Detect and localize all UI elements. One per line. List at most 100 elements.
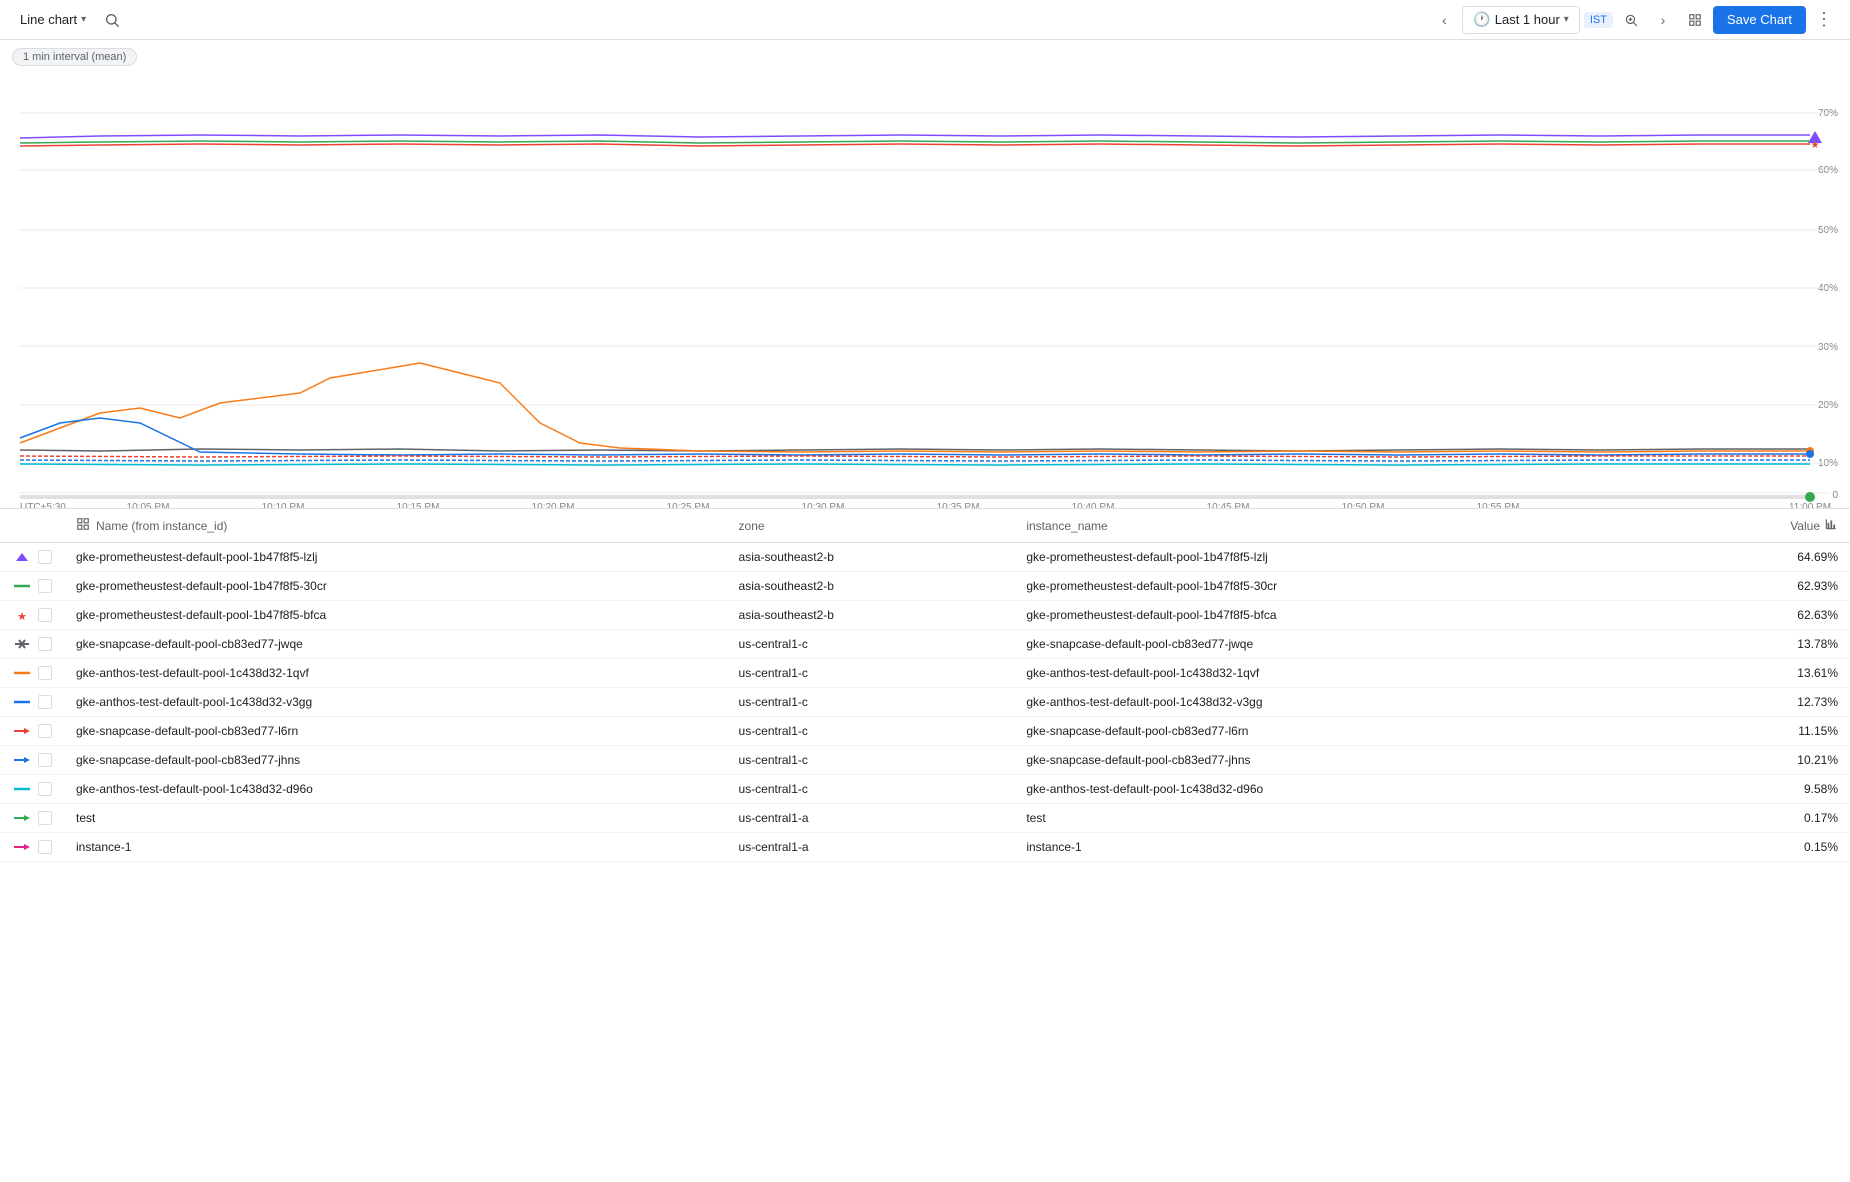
row-value-9: 0.17% <box>1677 804 1850 833</box>
row-zone-3: us-central1-c <box>727 630 1015 659</box>
row-icon-cell-3 <box>0 630 64 659</box>
row-icon-cell-9 <box>0 804 64 833</box>
toolbar: Line chart ▾ ‹ 🕐 Last 1 hour ▾ IST › <box>0 0 1850 40</box>
row-checkbox-7[interactable] <box>38 753 52 767</box>
row-checkbox-5[interactable] <box>38 695 52 709</box>
table-row: gke-snapcase-default-pool-cb83ed77-jwqe … <box>0 630 1850 659</box>
next-button[interactable]: › <box>1649 6 1677 34</box>
row-checkbox-1[interactable] <box>38 579 52 593</box>
x-label-1040: 10:40 PM <box>1072 502 1115 508</box>
x-label-1045: 10:45 PM <box>1207 502 1250 508</box>
column-settings-icon[interactable] <box>76 517 90 534</box>
clock-icon: 🕐 <box>1473 11 1490 28</box>
row-icon-cell-4 <box>0 659 64 688</box>
row-icon-cell-5 <box>0 688 64 717</box>
legend-table: Name (from instance_id) zone instance_na… <box>0 508 1850 862</box>
row-zone-10: us-central1-a <box>727 833 1015 862</box>
row-icon-cell-7 <box>0 746 64 775</box>
x-label-1025: 10:25 PM <box>667 502 710 508</box>
row-instance-4: gke-anthos-test-default-pool-1c438d32-1q… <box>1014 659 1677 688</box>
row-name-0: gke-prometheustest-default-pool-1b47f8f5… <box>64 543 727 572</box>
th-instance: instance_name <box>1014 509 1677 543</box>
row-zone-0: asia-southeast2-b <box>727 543 1015 572</box>
table-row: gke-anthos-test-default-pool-1c438d32-1q… <box>0 659 1850 688</box>
table-row: test us-central1-a test 0.17% <box>0 804 1850 833</box>
th-name: Name (from instance_id) <box>64 509 727 543</box>
row-zone-5: us-central1-c <box>727 688 1015 717</box>
row-zone-7: us-central1-c <box>727 746 1015 775</box>
bars-icon[interactable] <box>1824 517 1838 534</box>
reset-zoom-button[interactable] <box>1681 6 1709 34</box>
svg-text:★: ★ <box>17 611 27 621</box>
row-value-5: 12.73% <box>1677 688 1850 717</box>
time-range-selector[interactable]: 🕐 Last 1 hour ▾ <box>1462 6 1580 34</box>
row-icon-cell-8 <box>0 775 64 804</box>
chart-type-label: Line chart <box>20 12 77 27</box>
y-label-0: 0 <box>1832 490 1838 501</box>
row-name-8: gke-anthos-test-default-pool-1c438d32-d9… <box>64 775 727 804</box>
row-checkbox-9[interactable] <box>38 811 52 825</box>
row-checkbox-2[interactable] <box>38 608 52 622</box>
row-instance-2: gke-prometheustest-default-pool-1b47f8f5… <box>1014 601 1677 630</box>
prev-button[interactable]: ‹ <box>1430 6 1458 34</box>
row-checkbox-4[interactable] <box>38 666 52 680</box>
line-purple <box>20 135 1810 138</box>
row-checkbox-8[interactable] <box>38 782 52 796</box>
chart-container: 1 min interval (mean) 70% 60% 50% 40% 30… <box>0 40 1850 508</box>
timeline-dot <box>1805 492 1815 502</box>
row-color-icon-2: ★ <box>12 609 32 621</box>
row-color-icon-6 <box>12 725 32 737</box>
row-checkbox-10[interactable] <box>38 840 52 854</box>
chart-svg-wrapper: 70% 60% 50% 40% 30% 20% 10% 0 <box>0 48 1850 508</box>
search-button[interactable] <box>98 6 126 34</box>
x-label-1035: 10:35 PM <box>937 502 980 508</box>
x-label-1030: 10:30 PM <box>802 502 845 508</box>
zoom-button[interactable] <box>1617 6 1645 34</box>
row-zone-8: us-central1-c <box>727 775 1015 804</box>
table-row: gke-anthos-test-default-pool-1c438d32-d9… <box>0 775 1850 804</box>
row-checkbox-6[interactable] <box>38 724 52 738</box>
timeline-bar <box>20 495 1810 499</box>
timezone-badge[interactable]: IST <box>1584 12 1613 28</box>
row-value-7: 10.21% <box>1677 746 1850 775</box>
more-options-button[interactable]: ⋮ <box>1810 6 1838 34</box>
y-label-30: 30% <box>1818 342 1838 353</box>
row-zone-6: us-central1-c <box>727 717 1015 746</box>
interval-badge: 1 min interval (mean) <box>12 48 137 66</box>
table-row: ★ gke-prometheustest-default-pool-1b47f8… <box>0 601 1850 630</box>
th-value: Value <box>1677 509 1850 543</box>
row-icon-cell-6 <box>0 717 64 746</box>
x-label-1005: 10:05 PM <box>127 502 170 508</box>
line-green <box>20 141 1810 143</box>
table-body: gke-prometheustest-default-pool-1b47f8f5… <box>0 543 1850 862</box>
row-checkbox-0[interactable] <box>38 550 52 564</box>
table-row: instance-1 us-central1-a instance-1 0.15… <box>0 833 1850 862</box>
line-chart-svg: 70% 60% 50% 40% 30% 20% 10% 0 <box>0 48 1850 508</box>
chart-type-selector[interactable]: Line chart ▾ <box>12 8 94 31</box>
row-checkbox-3[interactable] <box>38 637 52 651</box>
line-orange <box>20 363 1810 452</box>
x-label-1015: 10:15 PM <box>397 502 440 508</box>
row-name-10: instance-1 <box>64 833 727 862</box>
row-instance-0: gke-prometheustest-default-pool-1b47f8f5… <box>1014 543 1677 572</box>
th-zone: zone <box>727 509 1015 543</box>
row-value-0: 64.69% <box>1677 543 1850 572</box>
line-cyan <box>20 464 1810 465</box>
row-name-4: gke-anthos-test-default-pool-1c438d32-1q… <box>64 659 727 688</box>
th-icon <box>0 509 64 543</box>
row-color-icon-5 <box>12 696 32 708</box>
x-label-1100: 11:00 PM <box>1789 502 1831 508</box>
row-value-4: 13.61% <box>1677 659 1850 688</box>
row-icon-cell-2: ★ <box>0 601 64 630</box>
row-instance-1: gke-prometheustest-default-pool-1b47f8f5… <box>1014 572 1677 601</box>
row-name-6: gke-snapcase-default-pool-cb83ed77-l6rn <box>64 717 727 746</box>
row-instance-10: instance-1 <box>1014 833 1677 862</box>
row-name-2: gke-prometheustest-default-pool-1b47f8f5… <box>64 601 727 630</box>
row-color-icon-3 <box>12 638 32 650</box>
row-color-icon-0 <box>12 551 32 563</box>
table-header: Name (from instance_id) zone instance_na… <box>0 509 1850 543</box>
save-chart-button[interactable]: Save Chart <box>1713 6 1806 34</box>
row-color-icon-7 <box>12 754 32 766</box>
row-icon-cell-10 <box>0 833 64 862</box>
line-red-top <box>20 144 1810 146</box>
